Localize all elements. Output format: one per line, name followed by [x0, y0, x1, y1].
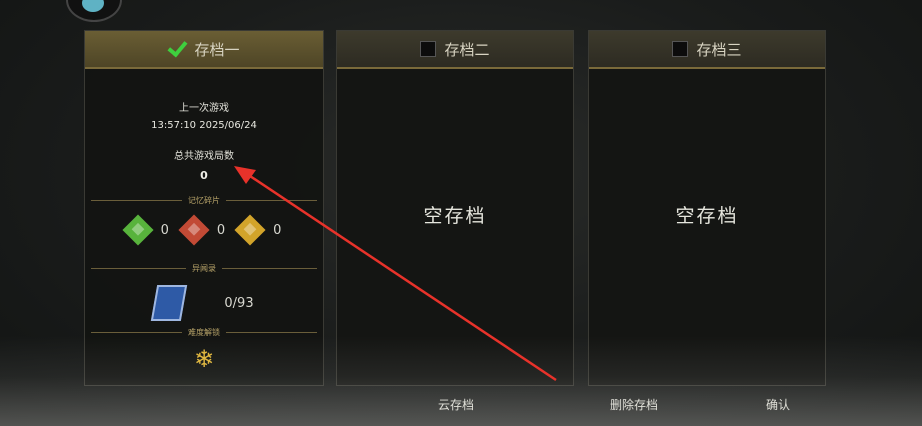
save-slot-1[interactable]: 存档一 上一次游戏 13:57:10 2025/06/24 总共游戏局数 0 记…	[84, 30, 324, 386]
green-gem-icon	[122, 214, 154, 246]
gold-gem-icon	[234, 214, 266, 246]
player-avatar[interactable]	[66, 0, 122, 22]
save-slot-3[interactable]: 存档三 空存档	[588, 30, 826, 386]
empty-save-label: 空存档	[675, 205, 739, 227]
delete-save-button[interactable]: 删除存档	[604, 392, 664, 417]
records-section-divider: 异闻录	[85, 262, 323, 274]
gold-gem-count: 0	[273, 222, 282, 238]
green-gem-count: 0	[160, 222, 169, 238]
save-slot-3-title: 存档三	[696, 40, 742, 59]
save-slot-1-title: 存档一	[194, 40, 240, 59]
checkmark-icon	[168, 40, 186, 58]
difficulty-section-title: 难度解锁	[188, 327, 220, 337]
empty-save-label: 空存档	[423, 205, 487, 227]
total-games-value: 0	[200, 169, 208, 182]
cloud-save-button[interactable]: 云存档	[432, 392, 480, 417]
save-slot-2[interactable]: 存档二 空存档	[336, 30, 574, 386]
red-gem-icon	[178, 214, 210, 246]
memory-section-divider: 记忆碎片	[85, 194, 323, 206]
records-row: 0/93	[85, 285, 323, 321]
records-section-title: 异闻录	[192, 263, 216, 273]
checkbox-icon	[672, 41, 689, 57]
save-slot-2-header[interactable]: 存档二	[337, 31, 573, 69]
checkbox-icon	[420, 41, 437, 57]
red-gem-count: 0	[216, 222, 226, 238]
difficulty-section-divider: 难度解锁	[85, 326, 323, 338]
last-game-time: 13:57:10 2025/06/24	[151, 120, 257, 131]
total-games-label: 总共游戏局数	[174, 151, 234, 162]
memory-section-title: 记忆碎片	[188, 195, 220, 205]
save-slot-1-header[interactable]: 存档一	[85, 31, 323, 69]
confirm-button[interactable]: 确认	[760, 392, 796, 417]
snowflake-icon: ❄	[193, 345, 215, 373]
last-game-label: 上一次游戏	[179, 103, 229, 114]
records-value: 0/93	[224, 295, 254, 311]
save-slot-3-header[interactable]: 存档三	[589, 31, 825, 69]
book-icon	[151, 285, 188, 321]
gem-counters: 0 0 0	[85, 214, 323, 246]
save-slot-2-title: 存档二	[444, 40, 490, 59]
